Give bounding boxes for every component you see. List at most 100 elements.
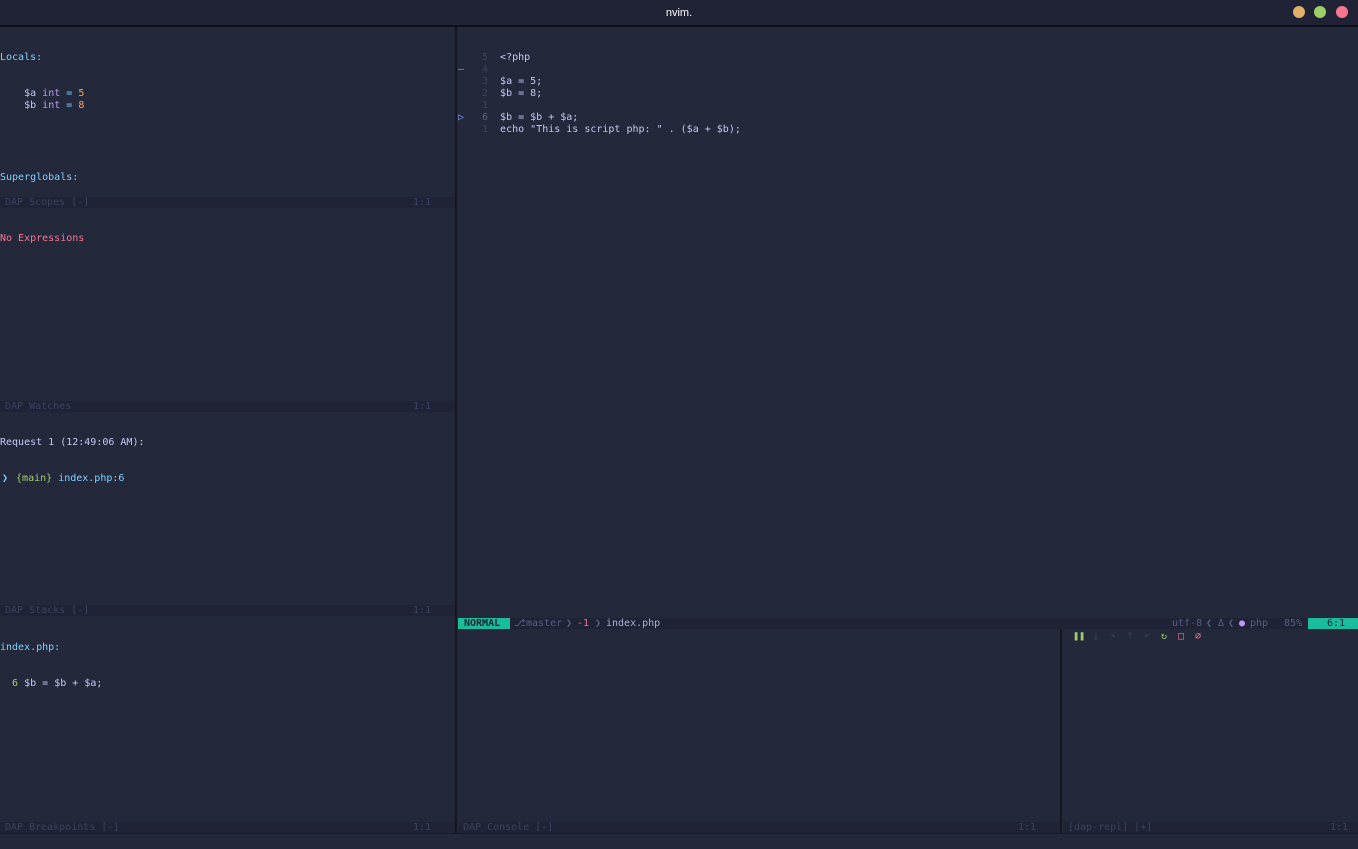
step-back-icon[interactable]: ↶ xyxy=(1140,631,1154,643)
diff-count: -1 xyxy=(577,618,590,629)
fileformat-icon: Δ xyxy=(1218,618,1225,629)
close-button[interactable] xyxy=(1336,6,1348,18)
dap-repl-pane[interactable] xyxy=(1063,630,1358,822)
code-line[interactable]: 3 $a = 5; xyxy=(458,76,1358,88)
statusline-buffer-name: [dap-repl] [+] xyxy=(1068,822,1153,833)
dap-watches-pane[interactable]: No Expressions xyxy=(0,209,455,401)
chevron-right-icon: ❯ xyxy=(566,618,573,629)
code-text: <?php xyxy=(500,52,531,63)
locals-header: Locals: xyxy=(0,52,43,63)
dap-console-statusline: DAP Console [-] 1:1 xyxy=(458,822,1060,833)
dap-console-pane[interactable] xyxy=(458,630,1060,822)
line-number: 5 xyxy=(481,52,488,63)
variable-name: $b xyxy=(24,100,37,111)
chevron-left-icon: ❮ xyxy=(1228,618,1235,629)
split-divider-repl[interactable] xyxy=(1060,629,1062,836)
statusline-buffer-name: DAP Watches xyxy=(5,401,72,412)
mode-indicator: NORMAL xyxy=(458,618,510,629)
code-line[interactable]: 1 xyxy=(458,100,1358,112)
dap-scopes-pane[interactable]: Locals: $a int = 5 $b int = 8 Supergloba… xyxy=(0,28,455,197)
breakpoints-file: index.php: xyxy=(0,642,61,653)
code-text: $b = $b + $a; xyxy=(500,112,579,123)
file-name: index.php xyxy=(606,618,661,629)
sign-column: – xyxy=(458,64,465,75)
disconnect-icon[interactable]: ⌀ xyxy=(1191,631,1205,643)
statusline-buffer-name: DAP Scopes [-] xyxy=(5,197,90,208)
restart-icon[interactable]: ↻ xyxy=(1157,631,1171,643)
stack-frame[interactable]: ❯ {main} index.php:6 xyxy=(0,473,455,485)
step-over-icon[interactable]: ↷ xyxy=(1106,631,1120,643)
window-titlebar: nvim. xyxy=(0,0,1358,27)
cursor-position: 6:1 xyxy=(1308,618,1358,629)
code-line[interactable]: 1 echo "This is script php: " . ($a + $b… xyxy=(458,124,1358,136)
git-branch-icon: ⎇ xyxy=(514,618,526,629)
variable-equals: = xyxy=(66,100,73,111)
stack-frame-location: index.php:6 xyxy=(58,473,125,484)
window-title: nvim. xyxy=(665,7,693,19)
split-divider-left[interactable] xyxy=(455,27,457,836)
stop-icon[interactable]: □ xyxy=(1174,631,1188,643)
breakpoints-list: 6 $b = $b + $a; xyxy=(0,678,455,690)
maximize-button[interactable] xyxy=(1314,6,1326,18)
editor-lines: 5 <?php –4 3 $a = 5; 2 $b = 8; 1 ▷ 6 $b = $b… xyxy=(458,52,1358,136)
code-text: echo "This is script php: " . ($a + $b); xyxy=(500,124,741,135)
statusline-buffer-name: DAP Breakpoints [-] xyxy=(5,822,120,833)
statusline-position: 1:1 xyxy=(412,605,431,616)
dap-stacks-statusline: DAP Stacks [-] 1:1 xyxy=(0,605,455,616)
chevron-right-icon: ❯ xyxy=(595,618,602,629)
variable-value: 5 xyxy=(78,88,85,99)
editor-statusline: NORMAL ⎇ master ❯ -1 ❯ index.php utf-8 ❮… xyxy=(458,618,1358,629)
command-line[interactable] xyxy=(0,833,1358,849)
code-line[interactable]: 2 $b = 8; xyxy=(458,88,1358,100)
local-variable-row[interactable]: $a int = 5 xyxy=(0,88,455,100)
code-line[interactable]: –4 xyxy=(458,64,1358,76)
statusline-position: 1:1 xyxy=(412,401,431,412)
step-into-icon[interactable]: ⤓ xyxy=(1089,631,1103,643)
line-number: 1 xyxy=(481,124,488,135)
line-number: 6 xyxy=(481,112,488,123)
editor-pane[interactable]: 5 <?php –4 3 $a = 5; 2 $b = 8; 1 ▷ 6 $b = $b… xyxy=(458,28,1358,617)
variable-value: 8 xyxy=(78,100,85,111)
statusline-buffer-name: DAP Stacks [-] xyxy=(5,605,90,616)
code-line[interactable]: 5 <?php xyxy=(458,52,1358,64)
variable-type: int xyxy=(42,88,61,99)
variable-name: $a xyxy=(24,88,37,99)
minimize-button[interactable] xyxy=(1293,6,1305,18)
php-icon: ● xyxy=(1239,618,1246,629)
no-expressions-text: No Expressions xyxy=(0,233,85,244)
statusline-position: 1:1 xyxy=(1017,822,1036,833)
statusline-position: 1:1 xyxy=(412,197,431,208)
dap-scopes-statusline: DAP Scopes [-] 1:1 xyxy=(0,197,455,208)
locals-list: $a int = 5 $b int = 8 xyxy=(0,88,455,112)
statusline-position: 1:1 xyxy=(1329,822,1348,833)
dap-breakpoints-pane[interactable]: index.php: 6 $b = $b + $a; xyxy=(0,618,455,822)
variable-equals: = xyxy=(66,88,73,99)
superglobals-header: Superglobals: xyxy=(0,172,79,183)
dap-stacks-pane[interactable]: Request 1 (12:49:06 AM): ❯ {main} index.… xyxy=(0,413,455,605)
breakpoint-line: 6 xyxy=(12,678,19,689)
line-number: 1 xyxy=(481,100,488,111)
dap-repl-statusline: [dap-repl] [+] 1:1 xyxy=(1063,822,1358,833)
variable-type: int xyxy=(42,100,61,111)
line-number: 4 xyxy=(481,64,488,75)
code-text: $b = 8; xyxy=(500,88,543,99)
git-branch: master xyxy=(526,618,563,629)
encoding: utf-8 xyxy=(1172,618,1203,629)
breakpoint-row[interactable]: 6 $b = $b + $a; xyxy=(0,678,455,690)
breakpoint-code: $b = $b + $a; xyxy=(24,678,103,689)
dap-breakpoints-statusline: DAP Breakpoints [-] 1:1 xyxy=(0,822,455,833)
file-percent: 85% xyxy=(1284,618,1303,629)
pause-icon[interactable]: ❚❚ xyxy=(1072,631,1086,643)
dap-watches-statusline: DAP Watches 1:1 xyxy=(0,401,455,412)
code-line[interactable]: ▷ 6 $b = $b + $a; xyxy=(458,112,1358,124)
line-number: 3 xyxy=(481,76,488,87)
stack-request-label: Request 1 (12:49:06 AM): xyxy=(0,437,145,448)
breakpoint-stopped-icon: ▷ xyxy=(458,112,465,123)
step-out-icon[interactable]: ⤒ xyxy=(1123,631,1137,643)
chevron-right-icon[interactable]: ❯ xyxy=(0,473,10,485)
stack-frame-name: {main} xyxy=(16,473,53,484)
statusline-position: 1:1 xyxy=(412,822,431,833)
statusline-buffer-name: DAP Console [-] xyxy=(463,822,554,833)
line-number: 2 xyxy=(481,88,488,99)
local-variable-row[interactable]: $b int = 8 xyxy=(0,100,455,112)
